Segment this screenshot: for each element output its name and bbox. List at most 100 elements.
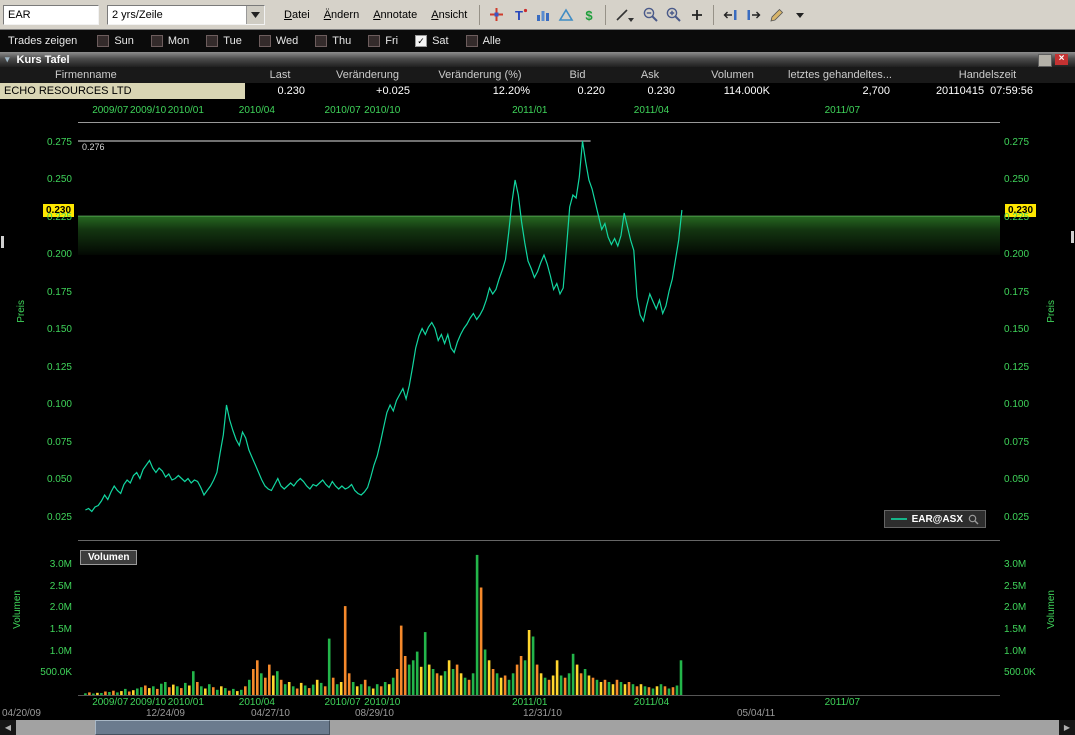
quote-cell-5: 0.230 (615, 85, 685, 97)
volume-tick-label-left: 500.0K (30, 667, 72, 678)
menu-bar: DateiÄndernAnnotateAnsicht (277, 6, 474, 24)
pan-right-icon[interactable] (743, 4, 764, 25)
price-tick-label-right: 0.100 (1004, 399, 1044, 410)
volume-tick-label-left: 2.5M (30, 581, 72, 592)
timeframe-select[interactable]: 2 yrs/Zeile (107, 5, 265, 25)
triangle-tool-icon[interactable] (555, 4, 576, 25)
price-tick-label-right: 0.025 (1004, 512, 1044, 523)
quote-cell-6: 114.000K (685, 85, 780, 97)
volume-tick-label-right: 2.5M (1004, 581, 1048, 592)
quote-cell-1: 0.230 (245, 85, 315, 97)
price-tick-label-right: 0.075 (1004, 437, 1044, 448)
quote-cell-4: 0.220 (540, 85, 615, 97)
scrollbar-thumb[interactable] (95, 720, 330, 735)
x-axis-label-top: 2010/04 (227, 105, 287, 116)
volume-bars-plot (78, 548, 1000, 700)
legend-symbol: EAR@ASX (912, 514, 963, 525)
collapse-icon[interactable]: ▾ (5, 54, 10, 65)
price-tick-label-left: 0.125 (36, 362, 72, 373)
day-checkbox-sat[interactable]: ✓Sat (415, 35, 449, 47)
day-checkbox-mon[interactable]: Mon (151, 35, 189, 47)
volume-tick-label-left: 3.0M (30, 559, 72, 570)
horizontal-scrollbar[interactable]: ◀ ▶ (0, 720, 1075, 735)
add-icon[interactable] (686, 4, 707, 25)
menu-item-2[interactable]: Annotate (366, 6, 424, 24)
volume-chart[interactable]: Volumen (78, 548, 1000, 695)
volume-tick-label-left: 2.0M (30, 602, 72, 613)
price-tick-label-right: 0.050 (1004, 474, 1044, 485)
zoom-out-icon[interactable] (640, 4, 661, 25)
pan-left-icon[interactable] (720, 4, 741, 25)
scroll-left-button[interactable]: ◀ (0, 720, 16, 735)
day-label: Sun (114, 35, 134, 47)
day-label: Mon (168, 35, 189, 47)
timeframe-value: 2 yrs/Zeile (112, 9, 246, 21)
volume-tick-label-right: 1.0M (1004, 646, 1048, 657)
price-tick-label-right: 0.175 (1004, 287, 1044, 298)
price-chart[interactable]: 0.276 EAR@ASX (78, 123, 1000, 540)
panel-title: Kurs Tafel (17, 54, 70, 66)
close-icon[interactable]: × (1055, 54, 1068, 65)
text-tool-icon[interactable]: T (509, 4, 530, 25)
magnifier-icon (968, 514, 979, 525)
column-header-0: Firmenname (0, 69, 245, 81)
x-axis-label-top: 2010/10 (352, 105, 412, 116)
column-header-3: Veränderung (%) (420, 69, 540, 81)
menu-item-3[interactable]: Ansicht (424, 6, 474, 24)
volume-axis-title-left: Volumen (12, 590, 23, 629)
scroll-range-label: 08/29/10 (355, 708, 394, 719)
menu-item-1[interactable]: Ändern (317, 6, 366, 24)
volume-tick-label-right: 3.0M (1004, 559, 1048, 570)
day-label: Fri (385, 35, 398, 47)
brush-tool-icon[interactable] (766, 4, 787, 25)
day-label: Sat (432, 35, 449, 47)
quote-cell-3: 12.20% (420, 85, 540, 97)
more-tools-icon[interactable] (789, 4, 810, 25)
symbol-input[interactable] (3, 5, 99, 25)
price-tick-label-left: 0.225 (36, 212, 72, 223)
day-checkbox-fri[interactable]: Fri (368, 35, 398, 47)
trades-filter-bar: Trades zeigen SunMonTueWedThuFri✓SatAlle (0, 30, 1075, 52)
right-splitter-handle[interactable] (1071, 231, 1074, 243)
crosshair-tool-icon[interactable] (486, 4, 507, 25)
line-draw-tool-icon[interactable] (612, 4, 638, 25)
legend-line-sample (891, 517, 907, 521)
checkbox-icon (206, 35, 218, 47)
day-checkbox-alle[interactable]: Alle (466, 35, 501, 47)
price-tick-label-right: 0.150 (1004, 324, 1044, 335)
column-header-4: Bid (540, 69, 615, 81)
zoom-in-icon[interactable] (663, 4, 684, 25)
column-header-8: Handelszeit (900, 69, 1075, 81)
left-splitter-handle[interactable] (1, 236, 4, 248)
quote-cell-8: 20110415 07:59:56 (900, 85, 1075, 97)
panel-options-button[interactable] (1038, 54, 1052, 67)
day-checkbox-thu[interactable]: Thu (315, 35, 351, 47)
checkbox-icon (259, 35, 271, 47)
price-tick-label-left: 0.025 (36, 512, 72, 523)
chart-legend[interactable]: EAR@ASX (884, 510, 986, 528)
checkbox-icon (151, 35, 163, 47)
dollar-tool-icon[interactable]: $ (578, 4, 599, 25)
price-tick-label-left: 0.200 (36, 249, 72, 260)
price-tick-label-left: 0.075 (36, 437, 72, 448)
day-checkbox-wed[interactable]: Wed (259, 35, 298, 47)
toolbar-separator (713, 5, 714, 25)
menu-item-0[interactable]: Datei (277, 6, 317, 24)
bar-chart-tool-icon[interactable] (532, 4, 553, 25)
day-checkbox-sun[interactable]: Sun (97, 35, 134, 47)
price-tick-label-left: 0.100 (36, 399, 72, 410)
volume-tick-label-left: 1.5M (30, 624, 72, 635)
day-checkbox-tue[interactable]: Tue (206, 35, 242, 47)
scroll-range-label: 05/04/11 (737, 708, 775, 719)
quote-table-header: FirmennameLastVeränderungVeränderung (%)… (0, 67, 1075, 83)
kurs-tafel-titlebar: ▾ Kurs Tafel × (0, 52, 1075, 67)
toolbar-separator (479, 5, 480, 25)
quote-table-row[interactable]: ECHO RESOURCES LTD0.230+0.02512.20%0.220… (0, 83, 1075, 99)
scroll-range-label: 12/31/10 (523, 708, 562, 719)
price-tick-label-right: 0.125 (1004, 362, 1044, 373)
volume-tick-label-right: 1.5M (1004, 624, 1048, 635)
price-axis-title-left: Preis (16, 300, 27, 323)
scroll-right-button[interactable]: ▶ (1059, 720, 1075, 735)
price-axis-title-right: Preis (1046, 300, 1057, 323)
main-toolbar: 2 yrs/Zeile DateiÄndernAnnotateAnsicht T… (0, 0, 1075, 30)
